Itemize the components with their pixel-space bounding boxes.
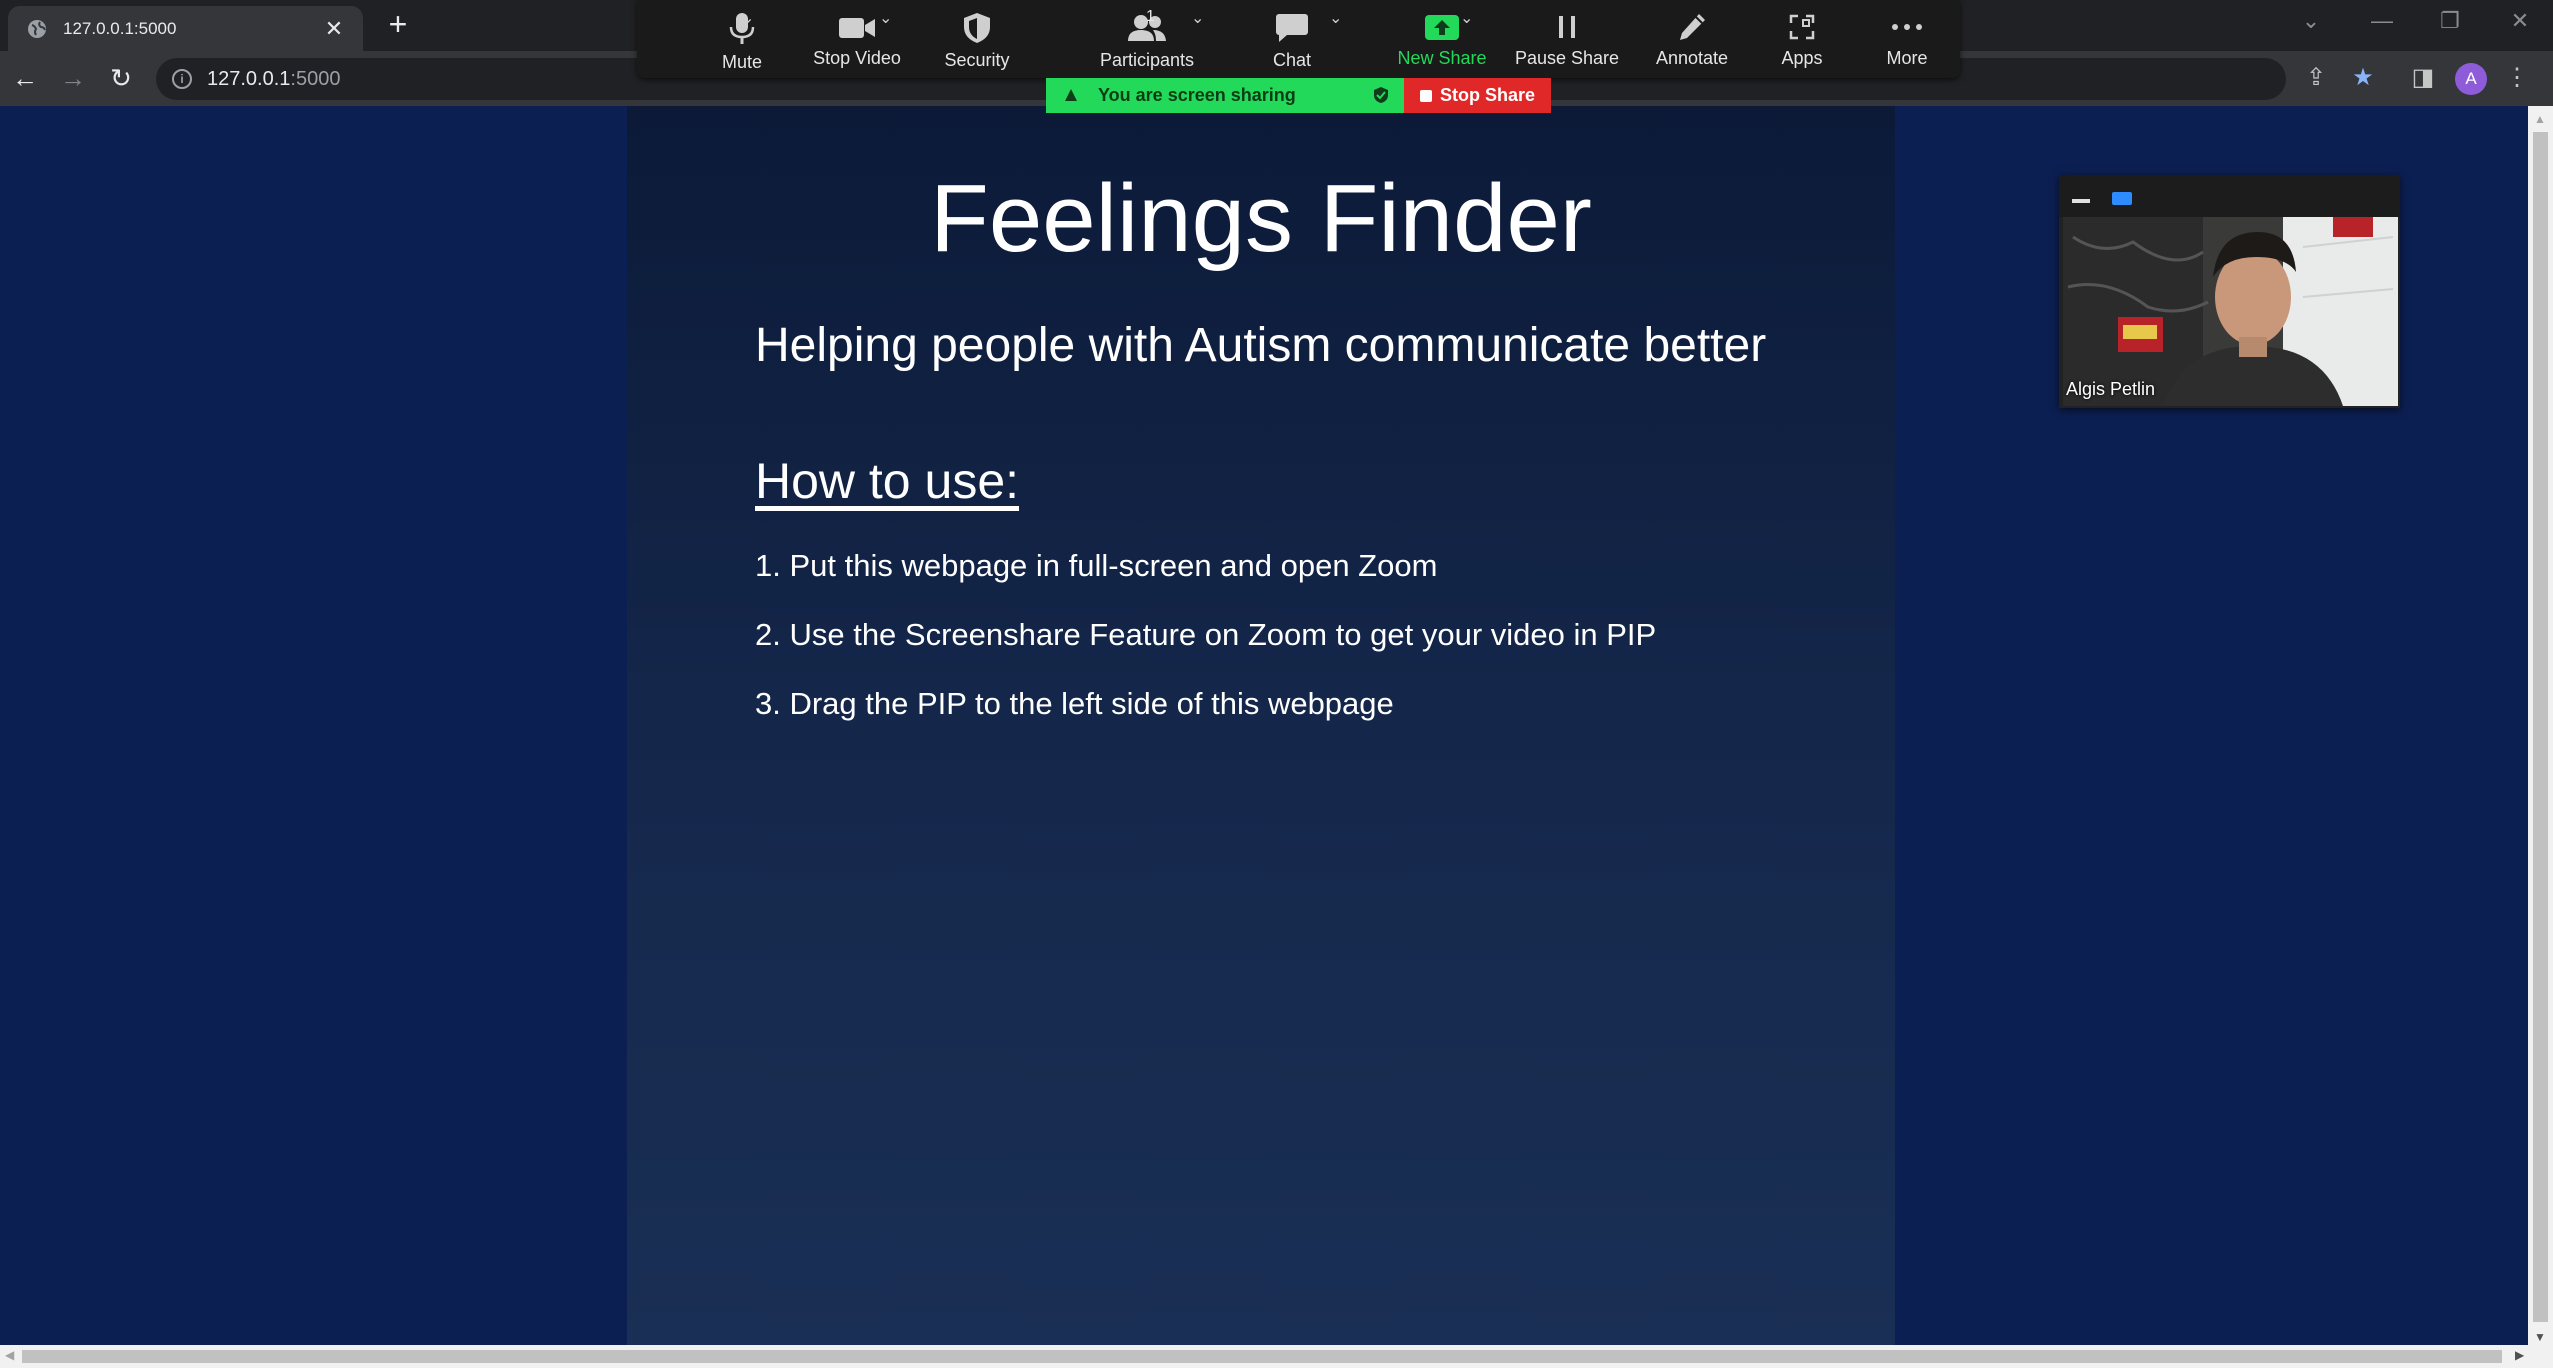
share-up-arrow-icon	[1425, 15, 1459, 40]
minimize-pip-icon[interactable]	[2072, 199, 2090, 203]
scroll-down-arrow-icon[interactable]: ▼	[2534, 1330, 2546, 1344]
stop-share-button[interactable]: Stop Share	[1404, 78, 1551, 113]
video-camera-icon	[839, 18, 875, 38]
bookmark-star-icon[interactable]: ★	[2346, 61, 2380, 95]
pause-share-label: Pause Share	[1514, 48, 1620, 68]
page-subtitle: Helping people with Autism communicate b…	[755, 319, 1767, 372]
more-label: More	[1886, 48, 1928, 68]
vertical-scrollbar[interactable]: ▲ ▼	[2528, 106, 2553, 1345]
chat-options-chevron-icon[interactable]: ⌄	[1329, 8, 1342, 28]
shield-check-icon	[1374, 87, 1388, 103]
browser-tab[interactable]: 127.0.0.1:5000 ✕	[8, 6, 363, 51]
expand-pip-icon[interactable]	[2112, 192, 2132, 205]
new-tab-button[interactable]: +	[382, 8, 414, 41]
stop-square-icon	[1419, 89, 1432, 102]
new-share-label: New Share	[1397, 48, 1487, 68]
scroll-up-arrow-icon[interactable]: ▲	[2534, 112, 2546, 126]
site-info-icon[interactable]: i	[172, 69, 192, 89]
new-share-button[interactable]: New Share	[1367, 0, 1517, 78]
apps-label: Apps	[1781, 48, 1823, 68]
share-options-chevron-icon[interactable]: ⌄	[1460, 8, 1473, 28]
horizontal-scroll-thumb[interactable]	[22, 1350, 2502, 1363]
chat-bubble-icon	[1276, 14, 1308, 42]
apps-button[interactable]: Apps	[1752, 0, 1852, 78]
screen: 127.0.0.1:5000 ✕ + ⌄ — ❐ ✕ ← → ↻ i 127.0…	[0, 0, 2553, 1368]
pencil-icon	[1680, 14, 1705, 40]
stop-share-label: Stop Share	[1439, 85, 1536, 105]
participant-video	[2063, 217, 2398, 406]
restore-window-icon[interactable]: ❐	[2430, 8, 2470, 34]
step-2: 2. Use the Screenshare Feature on Zoom t…	[755, 617, 1657, 652]
tab-close-icon[interactable]: ✕	[319, 16, 349, 42]
more-button[interactable]: More	[1857, 0, 1957, 78]
horizontal-scrollbar[interactable]: ◀ ▶	[0, 1345, 2553, 1368]
apps-icon	[1789, 14, 1815, 40]
step-3: 3. Drag the PIP to the left side of this…	[755, 686, 1394, 721]
zoom-meeting-toolbar: Mute ⌄ Stop Video ⌄ Security Participant…	[637, 0, 1960, 78]
tab-title: 127.0.0.1:5000	[63, 18, 177, 38]
scroll-left-arrow-icon[interactable]: ◀	[5, 1348, 14, 1362]
security-label: Security	[944, 50, 1010, 70]
profile-avatar[interactable]: A	[2455, 63, 2487, 95]
url-host: 127.0.0.1	[207, 67, 291, 90]
how-to-heading: How to use:	[755, 453, 1020, 509]
forward-arrow-icon[interactable]: →	[56, 62, 90, 96]
more-dots-icon	[1892, 24, 1922, 30]
annotate-button[interactable]: Annotate	[1627, 0, 1757, 78]
tab-search-icon[interactable]: ⌄	[2291, 8, 2331, 34]
globe-icon	[28, 19, 46, 38]
annotate-label: Annotate	[1655, 48, 1729, 68]
pip-header[interactable]	[2059, 175, 2400, 217]
participants-label: Participants	[1099, 50, 1195, 70]
stop-video-button[interactable]: Stop Video	[787, 0, 927, 78]
scroll-right-arrow-icon[interactable]: ▶	[2515, 1348, 2524, 1362]
pause-icon	[1559, 16, 1575, 38]
mute-label: Mute	[721, 52, 763, 72]
stop-video-label: Stop Video	[813, 48, 901, 68]
participant-name: Algis Petlin	[2066, 379, 2156, 399]
reload-icon[interactable]: ↻	[104, 62, 138, 96]
drag-handle-icon[interactable]	[1062, 86, 1080, 104]
content-panel: Feelings Finder Helping people with Auti…	[627, 106, 1895, 1345]
shield-icon	[964, 13, 990, 43]
screen-sharing-text: You are screen sharing	[1098, 85, 1296, 105]
close-window-icon[interactable]: ✕	[2500, 8, 2540, 34]
audio-options-chevron-icon[interactable]: ⌄	[741, 8, 754, 28]
participant-video-frame	[2063, 217, 2398, 406]
back-arrow-icon[interactable]: ←	[8, 62, 42, 96]
share-page-icon[interactable]: ⇪	[2299, 61, 2333, 95]
minimize-window-icon[interactable]: —	[2362, 8, 2402, 34]
page-title: Feelings Finder	[930, 165, 1592, 272]
browser-menu-icon[interactable]: ⋮	[2500, 61, 2534, 95]
security-button[interactable]: Security	[912, 0, 1042, 78]
pip-video-window[interactable]: Algis Petlin	[2059, 175, 2400, 408]
participant-count: 1	[1146, 8, 1155, 25]
step-1: 1. Put this webpage in full-screen and o…	[755, 548, 1438, 583]
pause-share-button[interactable]: Pause Share	[1497, 0, 1637, 78]
screen-sharing-banner[interactable]: You are screen sharing	[1046, 78, 1404, 113]
participants-options-chevron-icon[interactable]: ⌄	[1191, 8, 1204, 28]
vertical-scroll-thumb[interactable]	[2533, 132, 2548, 1322]
url-port: :5000	[290, 67, 341, 90]
side-panel-icon[interactable]: ◨	[2406, 61, 2440, 95]
chat-label: Chat	[1272, 50, 1312, 70]
video-options-chevron-icon[interactable]: ⌄	[879, 8, 892, 28]
